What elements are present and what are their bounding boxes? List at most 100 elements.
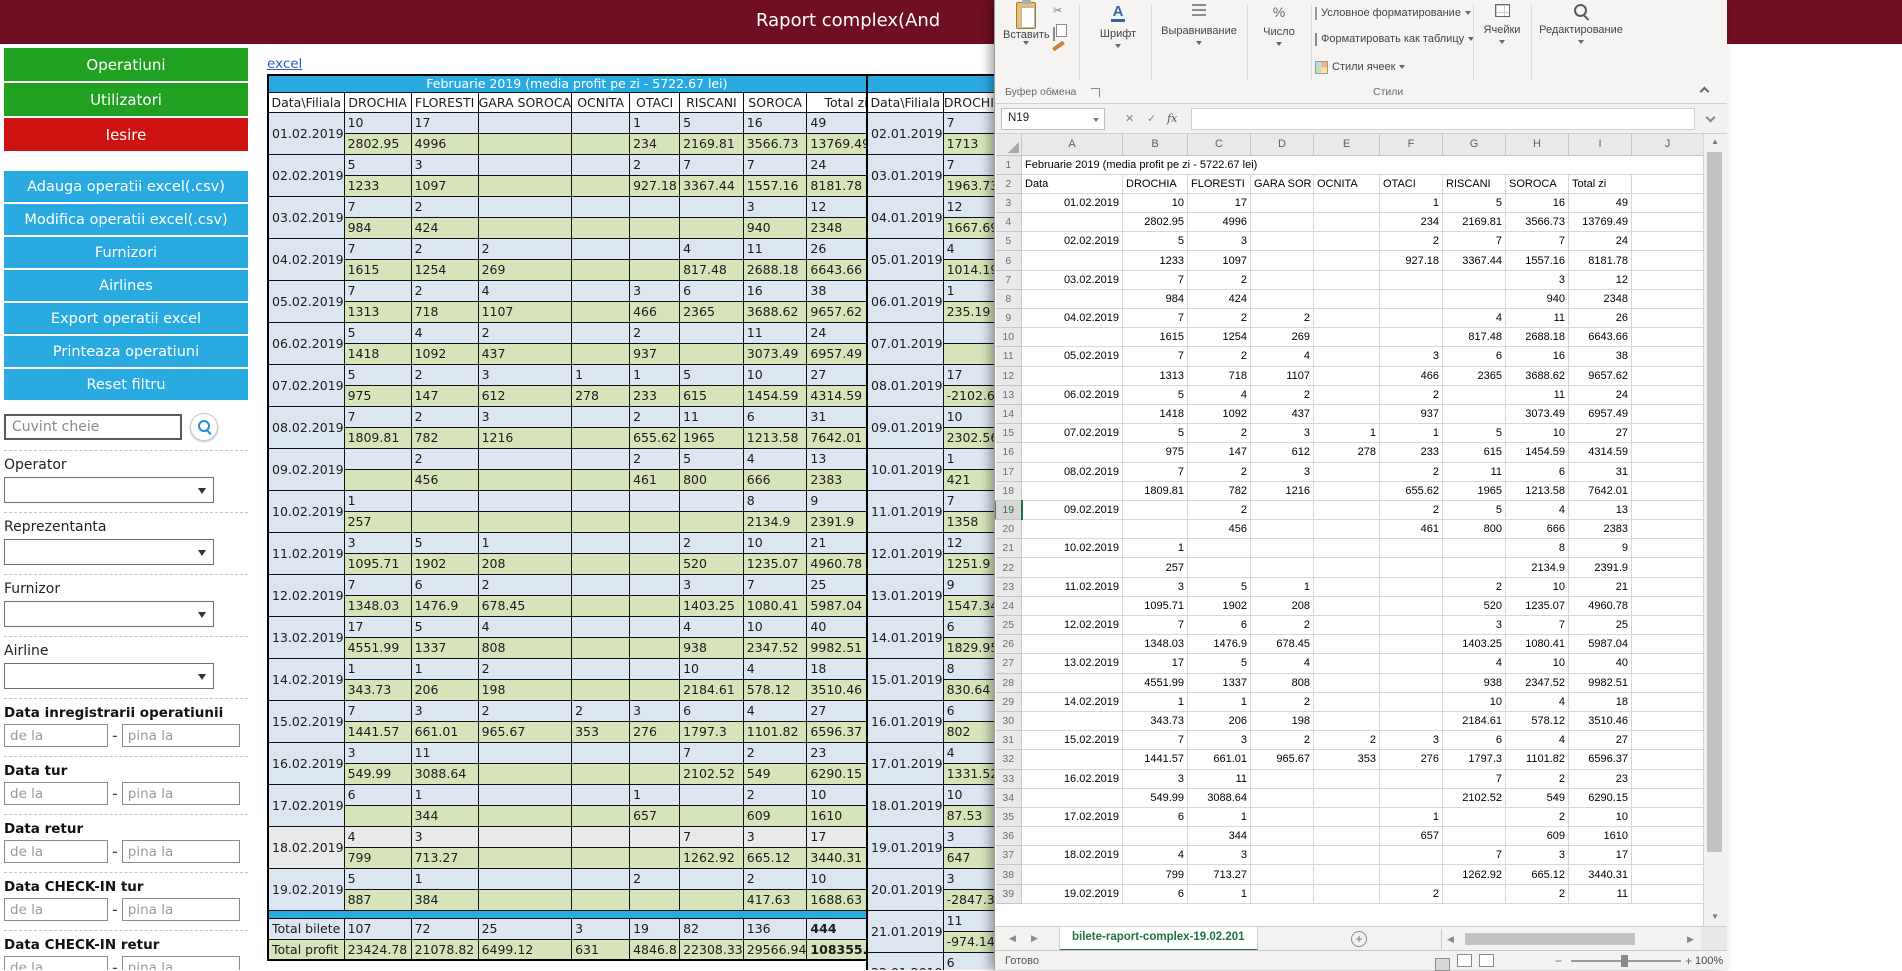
date-to-input[interactable] <box>122 782 240 805</box>
grid-cell[interactable]: 3 <box>1188 232 1251 251</box>
grid-cell[interactable] <box>1632 443 1704 462</box>
grid-cell[interactable] <box>1443 270 1506 289</box>
grid-cell[interactable] <box>1314 385 1380 404</box>
grid-cell[interactable]: OCNITA <box>1314 174 1380 193</box>
grid-cell[interactable]: 08.02.2019 <box>1022 462 1123 481</box>
sidebar-button-printeaza-operatiuni[interactable]: Printeaza operatiuni <box>4 336 248 367</box>
grid-cell[interactable]: 800 <box>1443 520 1506 539</box>
grid-cell[interactable] <box>1314 347 1380 366</box>
grid-cell[interactable]: 2 <box>1380 232 1443 251</box>
grid-column-header[interactable]: H <box>1506 134 1569 155</box>
grid-cell[interactable] <box>1314 654 1380 673</box>
grid-cell[interactable] <box>1380 577 1443 596</box>
grid-cell[interactable] <box>1443 827 1506 846</box>
grid-column-header[interactable]: C <box>1188 134 1251 155</box>
date-to-input[interactable] <box>122 898 240 921</box>
grid-cell[interactable] <box>1251 769 1314 788</box>
grid-cell[interactable] <box>1314 807 1380 826</box>
grid-cell[interactable]: 353 <box>1314 750 1380 769</box>
grid-cell[interactable] <box>1380 558 1443 577</box>
grid-cell[interactable]: 456 <box>1188 520 1251 539</box>
row-number[interactable]: 28 <box>996 673 1022 692</box>
grid-cell[interactable] <box>1314 309 1380 328</box>
grid-cell[interactable]: 2 <box>1188 309 1251 328</box>
grid-cell[interactable]: 657 <box>1380 827 1443 846</box>
grid-cell[interactable]: 713.27 <box>1188 865 1251 884</box>
grid-cell[interactable] <box>1314 596 1380 615</box>
grid-cell[interactable]: 718 <box>1188 366 1251 385</box>
grid-cell[interactable] <box>1380 788 1443 807</box>
grid-cell[interactable] <box>1380 616 1443 635</box>
grid-cell[interactable]: 12 <box>1569 270 1632 289</box>
grid-cell[interactable] <box>1251 251 1314 270</box>
grid-cell[interactable]: 6 <box>1443 347 1506 366</box>
grid-cell[interactable]: 3 <box>1251 462 1314 481</box>
grid-cell[interactable]: 1 <box>1188 807 1251 826</box>
grid-cell[interactable]: 6 <box>1188 616 1251 635</box>
sheet-tab[interactable]: bilete-raport-complex-19.02.201 <box>1059 927 1258 951</box>
grid-cell[interactable]: 2 <box>1380 462 1443 481</box>
name-box[interactable]: N19 <box>1001 108 1105 130</box>
grid-cell[interactable]: 7642.01 <box>1569 481 1632 500</box>
grid-cell[interactable]: 06.02.2019 <box>1022 385 1123 404</box>
grid-cell[interactable] <box>1380 673 1443 692</box>
grid-cell[interactable]: 18.02.2019 <box>1022 846 1123 865</box>
grid-cell[interactable]: 24 <box>1569 232 1632 251</box>
grid-cell[interactable]: 8 <box>1506 539 1569 558</box>
grid-cell[interactable]: Data <box>1022 174 1123 193</box>
grid-cell[interactable] <box>1632 424 1704 443</box>
grid-cell[interactable]: 1476.9 <box>1188 635 1251 654</box>
grid-cell[interactable]: RISCANI <box>1443 174 1506 193</box>
grid-cell[interactable] <box>1632 462 1704 481</box>
grid-cell[interactable]: 10 <box>1443 692 1506 711</box>
grid-cell[interactable]: 7 <box>1123 462 1188 481</box>
date-to-input[interactable] <box>122 956 240 970</box>
grid-cell[interactable]: 609 <box>1506 827 1569 846</box>
grid-cell[interactable]: 1 <box>1380 193 1443 212</box>
row-number[interactable]: 14 <box>996 404 1022 423</box>
grid-cell[interactable]: 520 <box>1443 596 1506 615</box>
grid-cell[interactable] <box>1443 385 1506 404</box>
grid-cell[interactable]: 11 <box>1506 385 1569 404</box>
grid-cell[interactable]: 208 <box>1251 596 1314 615</box>
grid-cell[interactable]: 2688.18 <box>1506 328 1569 347</box>
cancel-icon[interactable]: ✕ <box>1125 112 1134 125</box>
page-layout-view-icon[interactable] <box>1457 954 1472 967</box>
grid-cell[interactable]: 6596.37 <box>1569 750 1632 769</box>
grid-cell[interactable]: 6290.15 <box>1569 788 1632 807</box>
grid-cell[interactable]: 2 <box>1251 385 1314 404</box>
grid-cell[interactable]: 1 <box>1380 807 1443 826</box>
grid-cell[interactable]: 40 <box>1569 654 1632 673</box>
grid-cell[interactable]: 01.02.2019 <box>1022 193 1123 212</box>
sidebar-item-operatiuni[interactable]: Operatiuni <box>4 48 248 81</box>
grid-cell[interactable]: 269 <box>1251 328 1314 347</box>
grid-cell[interactable]: 2 <box>1188 462 1251 481</box>
grid-cell[interactable]: 1213.58 <box>1506 481 1569 500</box>
grid-cell[interactable]: 808 <box>1251 673 1314 692</box>
grid-cell[interactable]: 16 <box>1506 193 1569 212</box>
grid-cell[interactable] <box>1022 251 1123 270</box>
grid-cell[interactable]: 11 <box>1188 769 1251 788</box>
grid-cell[interactable]: 3088.64 <box>1188 788 1251 807</box>
grid-cell[interactable]: 278 <box>1314 443 1380 462</box>
formula-input[interactable] <box>1191 108 1695 130</box>
grid-cell[interactable]: 344 <box>1188 827 1251 846</box>
row-number[interactable]: 35 <box>996 807 1022 826</box>
row-number[interactable]: 11 <box>996 347 1022 366</box>
ribbon-collapse-icon[interactable] <box>1700 87 1710 97</box>
grid-cell[interactable] <box>1632 711 1704 730</box>
grid-cell[interactable]: 1233 <box>1123 251 1188 270</box>
grid-cell[interactable] <box>1632 385 1704 404</box>
grid-cell[interactable] <box>1022 328 1123 347</box>
grid-cell[interactable] <box>1632 577 1704 596</box>
sheet-next-icon[interactable]: ▶ <box>1031 933 1038 944</box>
grid-cell[interactable]: 4 <box>1443 309 1506 328</box>
grid-cell[interactable]: 17 <box>1123 654 1188 673</box>
grid-cell[interactable]: 2347.52 <box>1506 673 1569 692</box>
grid-cell[interactable]: 7 <box>1506 616 1569 635</box>
grid-cell[interactable]: 7 <box>1123 347 1188 366</box>
zoom-in-icon[interactable]: + <box>1685 954 1692 968</box>
grid-cell[interactable] <box>1632 328 1704 347</box>
sidebar-button-airlines[interactable]: Airlines <box>4 270 248 301</box>
grid-cell[interactable] <box>1123 500 1188 519</box>
